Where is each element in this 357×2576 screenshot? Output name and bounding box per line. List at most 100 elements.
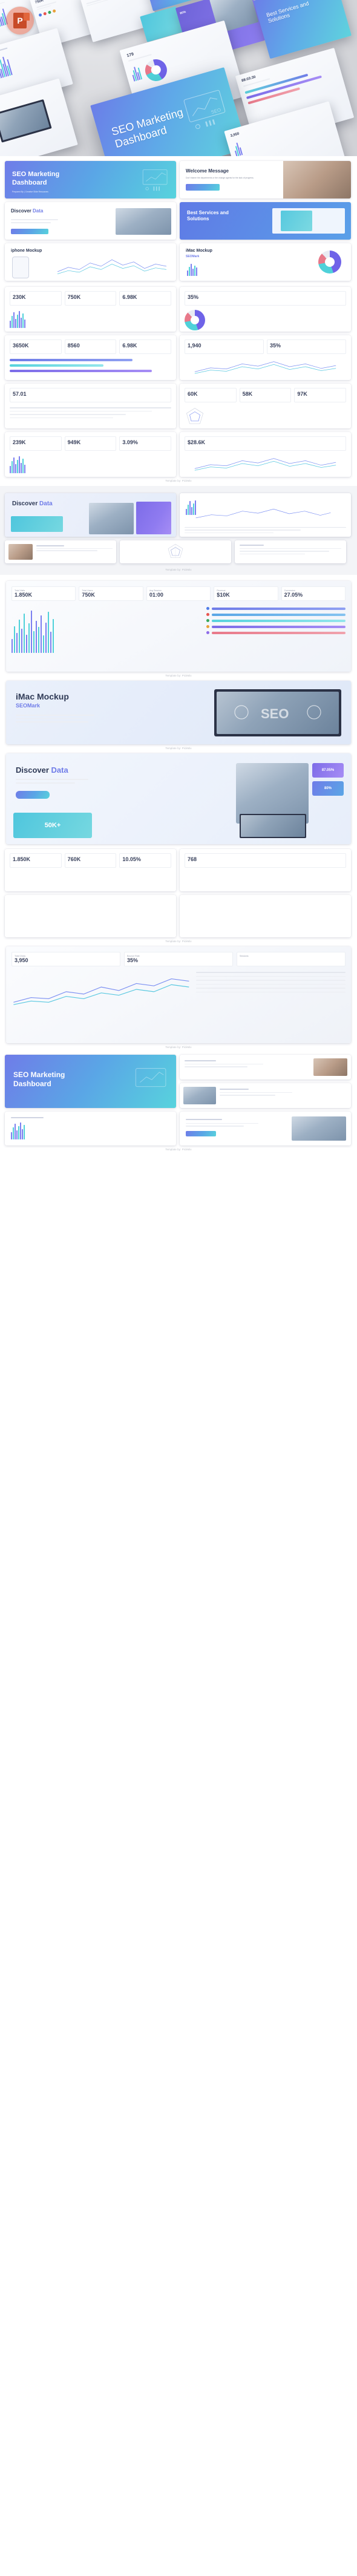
closing-cover-slide[interactable]: SEO Marketing Dashboard	[5, 1055, 176, 1108]
imac-mockup-subtitle: SEOMark	[186, 255, 200, 258]
kpi-tile: Total Clicks 3,950	[11, 952, 120, 966]
metrics-slide-2[interactable]: 768	[180, 849, 351, 891]
discover-title-a: Discover	[11, 208, 31, 214]
kpi-value: 6.98K	[122, 294, 137, 300]
discover-feature-slide[interactable]: Discover Data	[5, 493, 176, 537]
kpi-label	[68, 862, 114, 865]
kpi-tile: 57.01	[10, 388, 171, 402]
watermark: Template by: PickMix	[165, 1148, 192, 1151]
dashboard-slide-6[interactable]: 60K 58K 97K	[180, 384, 351, 428]
kpi-label	[243, 397, 289, 399]
team-card[interactable]	[180, 1083, 351, 1108]
imac-mockup-slide[interactable]: iMac Mockup SEOMark	[180, 243, 351, 281]
kpi-value: 58K	[242, 391, 253, 397]
kpi-value: 01:00	[149, 592, 163, 598]
imac-mockup-title: iMac Mockup	[186, 249, 212, 253]
discover-data-slide[interactable]: Discover Data	[5, 202, 176, 240]
kpi-label	[122, 445, 168, 448]
kpi-label	[188, 862, 343, 865]
kpi-label	[270, 349, 343, 351]
kpi-tile: Revenue $10K	[214, 586, 278, 601]
kpi-value: $10K	[217, 592, 230, 598]
chart-card[interactable]	[5, 1112, 176, 1145]
section-analytics-wide: Total Clicks 3,950 Bounce Rate 35% Sessions …	[0, 946, 357, 1052]
kpi-tile: 8560	[64, 339, 117, 354]
badge-50k: 50K+	[44, 822, 61, 829]
kpi-value: 750K	[67, 294, 81, 300]
kpi-tile: 60K	[185, 388, 237, 402]
analytics-kpi-row: Total Clicks 3,950 Bounce Rate 35% Sessions	[6, 946, 351, 972]
cover-subtitle: Prepared By | Creative Slide Resources	[12, 191, 48, 193]
section-imac-mockup: iMac Mockup SEOMark SEO Template by: Pic…	[0, 681, 357, 753]
best-services-slide[interactable]: Best Services and Solutions	[180, 202, 351, 240]
radar-card[interactable]	[120, 540, 231, 563]
slide-row: Discover Data	[0, 488, 357, 537]
kpi-label	[188, 445, 343, 448]
kpi-tile: 1.850K	[10, 853, 62, 868]
hero-preview-image: 750K 01:00 80% 87.05% Best Services and …	[0, 0, 357, 156]
iphone-mockup-title: iphone Mockup	[11, 249, 42, 253]
dashboard-slide-5[interactable]: 57.01	[5, 384, 176, 428]
kpi-tile: 35%	[267, 339, 346, 354]
slide-row: Discover Data Best Services and Solution…	[0, 202, 357, 240]
welcome-message-card[interactable]	[180, 1055, 351, 1080]
section-dashboard-grid-2: 1.850K 760K 10.05% 768 Template by: Pick…	[0, 844, 357, 946]
kpi-label	[68, 445, 114, 448]
kpi-label: Sessions	[240, 955, 249, 957]
kpi-value: 760K	[67, 856, 81, 862]
kpi-label	[13, 349, 59, 351]
kpi-tile: Avg Session 01:00	[146, 586, 211, 601]
kpi-value: 35%	[270, 342, 281, 349]
dashboard-slide-8[interactable]: $28.6K	[180, 432, 351, 477]
kpi-tile: 949K	[64, 436, 117, 451]
dashboard-slide-3[interactable]: 3650K 8560 6.98K	[5, 335, 176, 380]
imac-large-subtitle: SEOMark	[16, 703, 41, 709]
kpi-tile: Total Visits 1.850K	[11, 586, 76, 601]
slide-row	[0, 1112, 357, 1145]
discover-feature-title-b: Data	[39, 500, 53, 507]
cover-title-line2: Dashboard	[12, 179, 47, 186]
kpi-label	[13, 445, 59, 448]
kpi-tile: 239K	[10, 436, 62, 451]
metrics-slide-3[interactable]	[5, 895, 176, 937]
dashboard-grid-2: 1.850K 760K 10.05% 768	[0, 849, 357, 937]
watermark: Template by: PickMix	[165, 568, 192, 571]
kpi-tile: Conversion 27.05%	[281, 586, 346, 601]
dashboard-slide-4[interactable]: 1,940 35%	[180, 335, 351, 380]
kpi-value: 35%	[188, 294, 199, 300]
kpi-value: 230K	[13, 294, 26, 300]
kpi-dashboard-slide[interactable]: Total Visits 1.850K Total Users 750K Avg Ses…	[6, 581, 351, 672]
iphone-mockup-slide[interactable]: iphone Mockup	[5, 243, 176, 281]
watermark: Template by: PickMix	[165, 674, 192, 677]
dashboard-slide-1[interactable]: 230K 750K 6.98K	[5, 287, 176, 332]
section-closing: SEO Marketing Dashboard Template by: Pic…	[0, 1052, 357, 1155]
kpi-tile: Bounce Rate 35%	[124, 952, 233, 966]
discover-hero-title-a: Discover	[16, 765, 49, 775]
kpi-tile: 35%	[185, 291, 346, 306]
welcome-message-slide[interactable]: Welcome Message Don't blame the departme…	[180, 161, 351, 198]
kpi-value: 10.05%	[122, 856, 141, 862]
kpi-value: 3,950	[15, 957, 28, 963]
thanks-card[interactable]	[180, 1112, 351, 1145]
list-card[interactable]	[235, 540, 346, 563]
cover-slide[interactable]: SEO Marketing Dashboard Prepared By | Cr…	[5, 161, 176, 198]
kpi-tile: 10.05%	[119, 853, 172, 868]
analytics-dashboard-slide[interactable]: Total Clicks 3,950 Bounce Rate 35% Sessions	[6, 946, 351, 1043]
kpi-value: 750K	[82, 592, 95, 598]
powerpoint-logo-icon: P	[6, 7, 34, 34]
kpi-tile: 230K	[10, 291, 62, 306]
kpi-label	[188, 397, 234, 399]
dashboard-grid: 230K 750K 6.98K 35% 3650K 8560 6.98K 1,9…	[0, 287, 357, 477]
metrics-slide-1[interactable]: 1.850K 760K 10.05%	[5, 849, 176, 891]
section-kpi-wide: Total Visits 1.850K Total Users 750K Avg Ses…	[0, 575, 357, 681]
dashboard-slide-7[interactable]: 239K 949K 3.09%	[5, 432, 176, 477]
dashboard-slide-2[interactable]: 35%	[180, 287, 351, 332]
charts-slide[interactable]	[180, 493, 351, 537]
welcome-message-card[interactable]	[5, 540, 116, 563]
metrics-slide-4[interactable]	[180, 895, 351, 937]
kpi-label	[122, 349, 168, 351]
discover-hero-slide[interactable]: Discover Data 50K+ 87.05% 80%	[6, 753, 351, 844]
section-discover-feature: Discover Data Template by: PickMix	[0, 486, 357, 575]
imac-mockup-slide-large[interactable]: iMac Mockup SEOMark SEO	[6, 681, 351, 744]
discover-hero-title-b: Data	[51, 765, 68, 775]
